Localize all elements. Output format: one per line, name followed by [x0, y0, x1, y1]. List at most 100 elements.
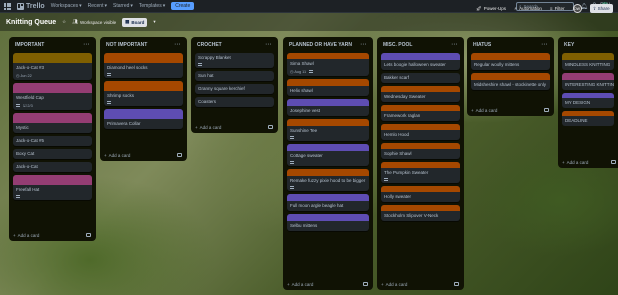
card[interactable]: DEADLINE	[562, 111, 614, 126]
chevron-down-icon[interactable]: ▾	[153, 19, 155, 25]
board-view-button[interactable]: ▦ Board	[122, 17, 148, 27]
list-header[interactable]: IMPORTANT ···	[13, 40, 92, 50]
card[interactable]: Freefall Hat	[13, 175, 92, 200]
list-menu-icon[interactable]: ···	[84, 42, 91, 48]
card-badges	[13, 195, 92, 200]
member-avatar[interactable]: DW	[572, 4, 582, 13]
card-template-icon[interactable]	[544, 108, 549, 112]
list-header[interactable]: HIATUS ···	[471, 40, 550, 50]
star-icon[interactable]: ☆	[62, 19, 66, 25]
card-template-icon[interactable]	[177, 153, 182, 157]
card[interactable]: Primavera Collar	[104, 109, 183, 129]
card[interactable]: Diamond heel socks	[104, 53, 183, 78]
card[interactable]: Remake fuzzy pixie hood to be bigger	[287, 169, 369, 191]
card[interactable]: Helix shawl	[287, 79, 369, 96]
card[interactable]: Granny square kerchief	[195, 84, 274, 94]
card[interactable]: Jack-o-Cat #3 ◷ Jun 22	[13, 53, 92, 80]
board-view-icon: ▦	[125, 19, 130, 24]
list-title[interactable]: KEY	[564, 42, 574, 48]
list-not-important: NOT IMPORTANT ··· Diamond heel socks Shr…	[100, 37, 187, 161]
card[interactable]: Sophie Shawl	[381, 143, 460, 159]
card[interactable]: Boxy Cat	[13, 149, 92, 159]
card[interactable]: Jack-o-Cat	[13, 162, 92, 172]
list-header[interactable]: CROCHET ···	[195, 40, 274, 50]
add-card-button[interactable]: + Add a card	[13, 233, 39, 238]
filter-button[interactable]: ≡ Filter	[550, 6, 565, 11]
list-title[interactable]: HIATUS	[473, 42, 491, 48]
card[interactable]: Mystic	[13, 113, 92, 133]
add-card-button[interactable]: + Add a card	[471, 108, 497, 113]
card[interactable]: Josephine vest	[287, 99, 369, 116]
add-card-button[interactable]: + Add a card	[195, 125, 221, 130]
card[interactable]: Cottage sweater	[287, 144, 369, 166]
card[interactable]: Holly sweater	[381, 186, 460, 202]
menu-workspaces[interactable]: Workspaces ▾	[51, 3, 82, 9]
card[interactable]: Sun hat	[195, 71, 274, 81]
card[interactable]: Bakker scarf	[381, 73, 460, 83]
card[interactable]: INTERESTING KNITTING	[562, 73, 614, 90]
share-button[interactable]: ⇪ Share	[589, 4, 613, 13]
card[interactable]: Sunshine Tee	[287, 119, 369, 141]
add-card-button[interactable]: + Add a card	[104, 153, 130, 158]
power-ups-button[interactable]: 🚀︎ Power-Ups	[476, 6, 506, 12]
card[interactable]: Selbu mittens	[287, 214, 369, 231]
card-template-icon[interactable]	[86, 233, 91, 237]
card[interactable]: Framework raglan	[381, 105, 460, 121]
description-icon	[384, 178, 388, 181]
list-title[interactable]: NOT IMPORTANT	[106, 42, 147, 48]
list-header[interactable]: MISC. POOL ···	[381, 40, 460, 50]
visibility-button[interactable]: 👥︎ Workspace visible	[72, 19, 116, 25]
card-title: Jack-o-Cat #3	[16, 65, 45, 70]
plus-icon: +	[195, 125, 198, 130]
list-title[interactable]: PLANNED OR HAVE YARN	[289, 42, 352, 48]
app-switcher-icon[interactable]	[4, 2, 11, 10]
card[interactable]: Scrappy Blanket	[195, 53, 274, 68]
list-key: KEY MINDLESS KNITTING INTERESTING KNITTI…	[558, 37, 618, 168]
list-header[interactable]: KEY	[562, 40, 614, 50]
card[interactable]: The Pumpkin Sweater	[381, 162, 460, 183]
card[interactable]: Lets boogie halloween sweater	[381, 53, 460, 70]
add-card-button[interactable]: + Add a card	[562, 160, 588, 165]
list-menu-icon[interactable]: ···	[175, 42, 182, 48]
card-title: Lets boogie halloween sweater	[384, 62, 446, 67]
card-template-icon[interactable]	[268, 125, 273, 129]
card-template-icon[interactable]	[363, 282, 368, 286]
card-badges: ◷ Jun 22	[13, 73, 92, 80]
card[interactable]: Wednesday Sweater	[381, 86, 460, 102]
menu-templates[interactable]: Templates ▾	[139, 3, 165, 9]
card[interactable]: Coasters	[195, 97, 274, 107]
card[interactable]: Shrimp socks	[104, 81, 183, 106]
description-icon	[290, 161, 294, 164]
card[interactable]: Regular woolly mittens	[471, 53, 550, 70]
card-template-icon[interactable]	[454, 282, 459, 286]
add-card-button[interactable]: + Add a card	[287, 282, 313, 287]
list-header[interactable]: PLANNED OR HAVE YARN ···	[287, 40, 369, 50]
list-menu-icon[interactable]: ···	[452, 42, 459, 48]
add-card-button[interactable]: + Add a card	[381, 282, 407, 287]
card-title: Hemlo Hood	[384, 132, 410, 137]
list-menu-icon[interactable]: ···	[542, 42, 549, 48]
list-title[interactable]: MISC. POOL	[383, 42, 412, 48]
card[interactable]: Midsheshire shawl - stockinette only	[471, 73, 550, 90]
menu-recent[interactable]: Recent ▾	[88, 3, 107, 9]
list-menu-icon[interactable]: ···	[361, 42, 368, 48]
card[interactable]: Jack-o-Cat #5	[13, 136, 92, 146]
card-template-icon[interactable]	[611, 160, 616, 164]
card[interactable]: Stockholm Slipover V-Neck	[381, 205, 460, 221]
list-menu-icon[interactable]: ···	[266, 42, 273, 48]
board-title[interactable]: Knitting Queue	[6, 19, 56, 26]
list-title[interactable]: IMPORTANT	[15, 42, 44, 48]
card[interactable]: MINDLESS KNITTING	[562, 53, 614, 70]
clock-icon: ◷	[16, 74, 20, 78]
list-title[interactable]: CROCHET	[197, 42, 222, 48]
card[interactable]: Full moon argle beagle hat	[287, 194, 369, 211]
automation-button[interactable]: ⚡︎ Automation	[514, 6, 542, 12]
card[interactable]: Westfield Cap ☑ 2/3	[13, 83, 92, 110]
card[interactable]: MY DESIGN	[562, 93, 614, 108]
card[interactable]: Hemlo Hood	[381, 124, 460, 140]
card[interactable]: Sima Shawl ◷ Aug 11	[287, 53, 369, 76]
menu-starred[interactable]: Starred ▾	[113, 3, 133, 9]
list-header[interactable]: NOT IMPORTANT ···	[104, 40, 183, 50]
trello-logo[interactable]: Trello	[17, 2, 45, 10]
create-button[interactable]: Create	[171, 2, 195, 10]
